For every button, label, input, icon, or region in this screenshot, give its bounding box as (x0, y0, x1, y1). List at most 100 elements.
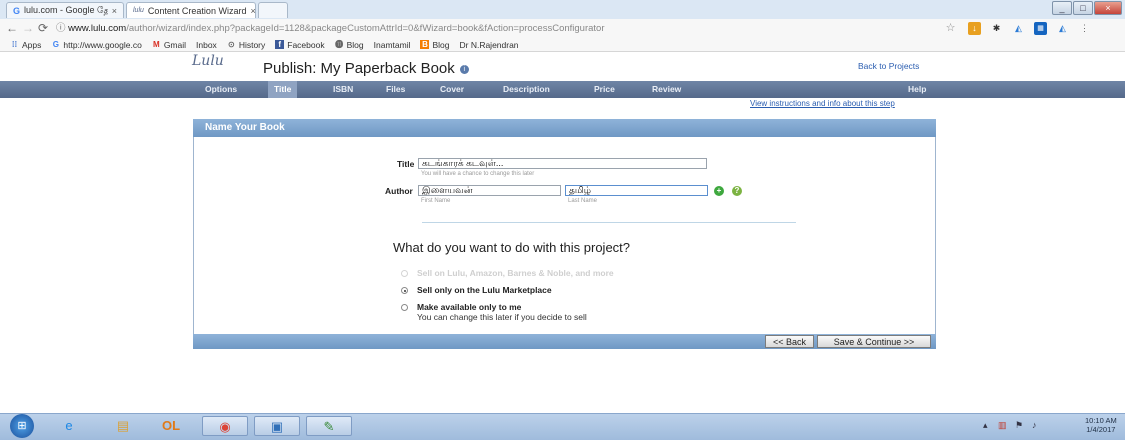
url-field[interactable]: ⓘ www.lulu.com/author/wizard/index.php?p… (56, 22, 940, 36)
extension-drive-icon[interactable]: ◭ (1012, 22, 1025, 35)
browser-tab-google[interactable]: G lulu.com - Google தேட... × (6, 2, 124, 18)
title-hint: You will have a chance to change this la… (421, 171, 535, 177)
instructions-link[interactable]: View instructions and info about this st… (750, 99, 895, 108)
bookmark-label: Inbox (196, 39, 217, 50)
tab-review[interactable]: Review (652, 81, 681, 98)
clock[interactable]: 10:10 AM 1/4/2017 (1085, 416, 1117, 434)
radio-sell-lulu-only[interactable] (401, 287, 408, 294)
bookmark-google[interactable]: Ghttp://www.google.co (51, 39, 142, 50)
bookmark-label: Apps (22, 39, 42, 50)
first-name-hint: First Name (421, 198, 451, 204)
bookmark-blogger[interactable]: B Blog (420, 40, 449, 50)
tab-options[interactable]: Options (205, 81, 237, 98)
divider (422, 222, 796, 223)
tab-help[interactable]: Help (908, 81, 926, 98)
reload-icon[interactable]: ⟳ (38, 21, 48, 35)
back-button[interactable]: << Back (765, 335, 814, 348)
bookmark-facebook[interactable]: f Facebook (275, 39, 325, 50)
last-name-hint: Last Name (568, 198, 598, 204)
url-path: /author/wizard/index.php?packageId=1128&… (126, 23, 605, 34)
add-author-icon[interactable]: + (714, 186, 724, 196)
close-tab-icon[interactable]: × (112, 6, 117, 16)
tab-files[interactable]: Files (386, 81, 405, 98)
tab-title[interactable]: Title (268, 81, 298, 98)
bookmark-label: http://www.google.co (63, 39, 142, 50)
chrome-icon[interactable]: ◉ (202, 416, 248, 436)
bookmark-inbox[interactable]: Inbox (196, 40, 217, 50)
title-input[interactable]: கடங்காரக் கடவுள்... (418, 158, 707, 169)
radio-private[interactable] (401, 304, 408, 311)
paint-icon[interactable]: ✎ (306, 416, 352, 436)
extension-download-icon[interactable]: ↓ (968, 22, 981, 35)
tray-arrow-icon[interactable]: ▴ (983, 420, 988, 431)
browser-tab-wizard[interactable]: lulu Content Creation Wizard × (126, 2, 256, 18)
back-arrow-icon[interactable]: ← (6, 21, 18, 35)
google-icon: G (13, 5, 21, 16)
blog-icon: ⓫ (335, 40, 344, 49)
project-question: What do you want to do with this project… (393, 240, 631, 255)
bookmark-history[interactable]: ⊙ History (227, 40, 265, 50)
menu-kebab-icon[interactable]: ⋮ (1078, 22, 1091, 35)
close-window-button[interactable]: × (1094, 1, 1122, 15)
lulu-logo[interactable]: Lulu (192, 53, 224, 69)
back-to-projects-link[interactable]: Back to Projects (858, 61, 919, 71)
bookmark-label: Gmail (163, 39, 187, 50)
flag-icon[interactable]: ⚑ (1015, 420, 1023, 431)
option-private-subtext: You can change this later if you decide … (417, 312, 587, 322)
info-icon[interactable]: i (459, 64, 469, 74)
tab-description[interactable]: Description (503, 81, 550, 98)
bookmarks-bar: ⁞⁞ Apps Ghttp://www.google.co M Gmail Inbo… (0, 38, 1125, 52)
history-icon: ⊙ (227, 40, 235, 49)
close-tab-icon[interactable]: × (250, 6, 255, 16)
bookmark-rajendran[interactable]: Dr N.Rajendran (459, 40, 518, 50)
google-icon: G (52, 40, 59, 49)
internet-explorer-icon[interactable]: e (58, 416, 80, 436)
clock-time: 10:10 AM (1085, 416, 1117, 425)
option-private-label: Make available only to me (417, 302, 522, 312)
outlook-icon[interactable]: OL (160, 416, 182, 436)
radio-sell-everywhere[interactable] (401, 270, 408, 277)
panel-heading: Name Your Book (193, 119, 936, 137)
tab-cover[interactable]: Cover (440, 81, 464, 98)
clock-date: 1/4/2017 (1086, 425, 1116, 434)
minimize-button[interactable]: _ (1052, 1, 1072, 15)
star-icon[interactable]: ☆ (944, 22, 957, 35)
bookmark-label: Blog (346, 39, 364, 50)
bookmark-label: Dr N.Rajendran (459, 39, 519, 50)
help-question-icon[interactable]: ? (732, 186, 742, 196)
page-title: Publish: My Paperback Book i (263, 60, 469, 77)
title-label: Title (397, 159, 415, 169)
page-title-text: Publish: My Paperback Book (263, 60, 455, 77)
tab-label: lulu.com - Google தேட... (24, 4, 108, 15)
extension-pin-icon[interactable]: ✱ (990, 22, 1003, 35)
tab-price[interactable]: Price (594, 81, 615, 98)
info-icon[interactable]: ⓘ (56, 23, 68, 34)
forward-arrow-icon[interactable]: → (22, 21, 34, 35)
maximize-button[interactable]: □ (1073, 1, 1093, 15)
gmail-icon: M (152, 40, 160, 49)
apps-grid-icon: ⁞⁞ (11, 40, 18, 49)
lulu-icon: lulu (133, 7, 144, 14)
extension-doc-icon[interactable]: ▦ (1034, 22, 1047, 35)
remote-desktop-icon[interactable]: ▣ (254, 416, 300, 436)
bookmark-label: Facebook (287, 39, 325, 50)
last-name-input[interactable]: தமிழ் (565, 185, 708, 196)
facebook-icon: f (275, 40, 285, 49)
network-icon[interactable]: ▥ (998, 420, 1007, 431)
bookmark-gmail[interactable]: M Gmail (152, 40, 186, 50)
first-name-input[interactable]: இளையவன் (418, 185, 561, 196)
file-explorer-icon[interactable]: ▤ (112, 416, 134, 436)
bookmark-label: History (238, 39, 266, 50)
volume-icon[interactable]: ♪ (1032, 420, 1037, 430)
author-label: Author (385, 186, 413, 196)
bookmark-apps[interactable]: ⁞⁞ Apps (10, 39, 42, 50)
bookmark-inamtamil[interactable]: Inamtamil (374, 40, 411, 50)
tab-isbn[interactable]: ISBN (333, 81, 353, 98)
option-sell-everywhere-label: Sell on Lulu, Amazon, Barnes & Noble, an… (417, 268, 614, 278)
save-continue-button[interactable]: Save & Continue >> (817, 335, 931, 348)
wizard-nav-bar (0, 81, 1125, 98)
bookmark-blog[interactable]: ⓫ Blog (335, 40, 364, 50)
new-tab-button[interactable] (258, 2, 288, 18)
start-button-icon[interactable]: ⊞ (10, 414, 34, 438)
extension-drive2-icon[interactable]: ◭ (1056, 22, 1069, 35)
